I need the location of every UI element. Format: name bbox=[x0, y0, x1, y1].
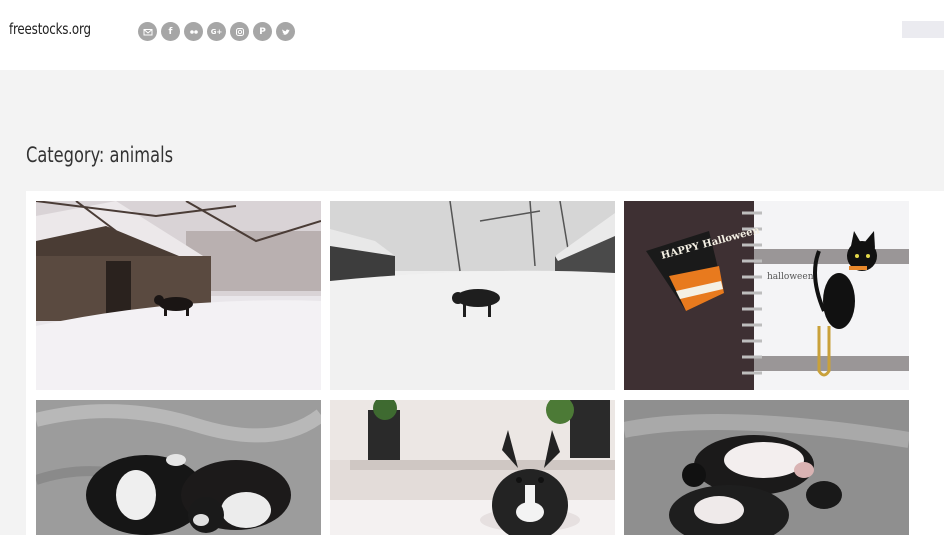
photo-thumbnail[interactable]: HAPPY Halloween halloween bbox=[624, 201, 909, 390]
flickr-icon[interactable] bbox=[184, 22, 203, 41]
google-plus-icon[interactable]: G+ bbox=[207, 22, 226, 41]
page-title: Category: animals bbox=[26, 143, 174, 167]
photo-thumbnail[interactable] bbox=[36, 400, 321, 535]
photo-thumbnail[interactable] bbox=[36, 201, 321, 390]
search-input[interactable] bbox=[902, 21, 944, 38]
photo-thumbnail[interactable] bbox=[330, 201, 615, 390]
facebook-icon[interactable]: f bbox=[161, 22, 180, 41]
photo-grid: HAPPY Halloween halloween bbox=[26, 191, 944, 535]
halloween-note-text: halloween bbox=[767, 272, 814, 282]
email-icon[interactable] bbox=[138, 22, 157, 41]
social-links: f G+ P bbox=[138, 22, 295, 41]
site-logo[interactable]: freestocks.org bbox=[9, 20, 91, 38]
site-header: freestocks.org f G+ P bbox=[0, 0, 944, 70]
instagram-icon[interactable] bbox=[230, 22, 249, 41]
photo-thumbnail[interactable] bbox=[624, 400, 909, 535]
pinterest-icon[interactable]: P bbox=[253, 22, 272, 41]
photo-thumbnail[interactable] bbox=[330, 400, 615, 535]
twitter-icon[interactable] bbox=[276, 22, 295, 41]
